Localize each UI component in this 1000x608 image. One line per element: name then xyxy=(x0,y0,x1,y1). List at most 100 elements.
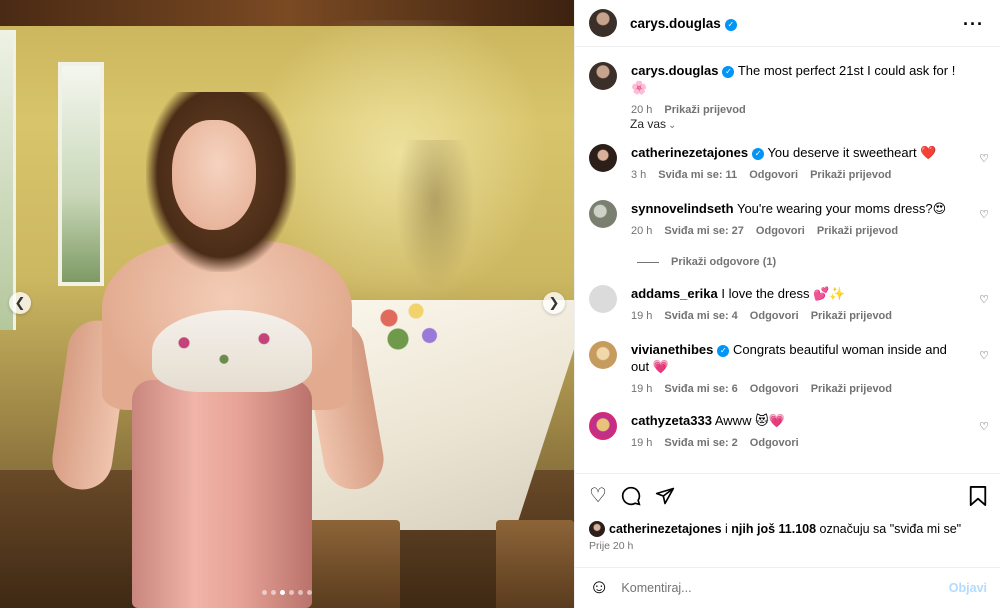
carousel-dot xyxy=(262,590,267,595)
comment-likes[interactable]: Sviđa mi se: 27 xyxy=(664,223,744,240)
comment-body: catherinezetajones ✓ You deserve it sweet… xyxy=(631,144,951,184)
username-text[interactable]: carys.douglas xyxy=(630,16,721,31)
photo-dress xyxy=(132,380,312,608)
avatar[interactable] xyxy=(589,341,617,369)
avatar xyxy=(589,521,605,537)
post-actions: ♡ catherinezetajones i njih još 11.108 o… xyxy=(575,473,1000,606)
verified-badge-icon: ✓ xyxy=(722,66,735,78)
comment-text: You deserve it sweetheart ❤️ xyxy=(767,145,937,160)
comment-likes[interactable]: Sviđa mi se: 4 xyxy=(664,308,737,325)
sort-label: Za vas xyxy=(630,117,667,131)
post-header: carys.douglas ✓ ··· xyxy=(575,0,1000,47)
translate-link[interactable]: Prikaži prijevod xyxy=(810,167,891,184)
photo-window-left xyxy=(0,30,16,330)
comment-username[interactable]: synnovelindseth xyxy=(631,201,734,216)
comment-item: addams_erika I love the dress 💕✨ 19 h Sv… xyxy=(589,285,989,325)
post-caption: carys.douglas ✓ The most perfect 21st I c… xyxy=(589,62,971,119)
translate-link[interactable]: Prikaži prijevod xyxy=(664,102,745,119)
comment-username[interactable]: addams_erika xyxy=(631,286,718,301)
comment-time: 3 h xyxy=(631,169,647,181)
photo-dress-bodice xyxy=(152,310,312,392)
liker-username[interactable]: catherinezetajones xyxy=(609,522,722,536)
avatar[interactable] xyxy=(589,200,617,228)
comment-item: catherinezetajones ✓ You deserve it sweet… xyxy=(589,144,989,184)
comment-username[interactable]: cathyzeta333 xyxy=(631,413,712,428)
comment-meta: 20 h Sviđa mi se: 27 Odgovori Prikaži pr… xyxy=(631,223,951,240)
post-timestamp: Prije 20 h xyxy=(589,540,634,552)
like-comment-heart-icon[interactable]: ♡ xyxy=(979,208,989,221)
reply-link[interactable]: Odgovori xyxy=(750,435,799,452)
reply-link[interactable]: Odgovori xyxy=(749,167,798,184)
carousel-dot xyxy=(307,590,312,595)
view-replies-button[interactable]: Prikaži odgovore (1) xyxy=(637,256,776,268)
translate-link[interactable]: Prikaži prijevod xyxy=(811,381,892,398)
caption-meta: 20 h Prikaži prijevod xyxy=(631,102,971,119)
comment-body: vivianethibes ✓ Congrats beautiful woman … xyxy=(631,341,951,398)
photo-shadow xyxy=(395,140,475,290)
comment-text: You're wearing your moms dress?😍 xyxy=(736,201,947,216)
reply-link[interactable]: Odgovori xyxy=(750,381,799,398)
like-comment-heart-icon[interactable]: ♡ xyxy=(979,349,989,362)
likes-count[interactable]: njih još 11.108 xyxy=(731,522,816,536)
like-comment-heart-icon[interactable]: ♡ xyxy=(979,420,989,433)
comment-likes[interactable]: Sviđa mi se: 11 xyxy=(658,167,737,184)
comment-item: vivianethibes ✓ Congrats beautiful woman … xyxy=(589,341,989,398)
like-heart-icon[interactable]: ♡ xyxy=(589,486,607,510)
comment-time: 19 h xyxy=(631,310,653,322)
comment-meta: 19 h Sviđa mi se: 4 Odgovori Prikaži pri… xyxy=(631,308,951,325)
comment-body: cathyzeta333 Awww 😻💗 19 h Sviđa mi se: 2… xyxy=(631,412,951,452)
translate-link[interactable]: Prikaži prijevod xyxy=(811,308,892,325)
avatar[interactable] xyxy=(589,9,617,37)
more-options-icon[interactable]: ··· xyxy=(963,14,984,35)
comment-time: 20 h xyxy=(631,225,653,237)
carousel-dot xyxy=(289,590,294,595)
carousel-prev-button[interactable]: ❮ xyxy=(9,292,31,314)
comment-composer: ☺ Objavi xyxy=(575,567,1000,607)
like-comment-heart-icon[interactable]: ♡ xyxy=(979,293,989,306)
verified-badge-icon: ✓ xyxy=(717,345,730,357)
carousel-indicator xyxy=(262,590,312,595)
like-comment-heart-icon[interactable]: ♡ xyxy=(979,152,989,165)
comments-sort-dropdown[interactable]: Za vas ⌄ xyxy=(630,117,676,131)
photo-person xyxy=(48,90,400,608)
verified-badge-icon: ✓ xyxy=(752,148,765,160)
comment-meta: 3 h Sviđa mi se: 11 Odgovori Prikaži pri… xyxy=(631,167,951,184)
carousel-next-button[interactable]: ❯ xyxy=(543,292,565,314)
share-send-icon[interactable] xyxy=(655,486,675,510)
likes-connector: i xyxy=(721,522,732,536)
avatar[interactable] xyxy=(589,62,617,90)
post-author-username[interactable]: carys.douglas ✓ xyxy=(630,16,737,31)
chevron-right-icon: ❯ xyxy=(548,295,560,310)
post-photo[interactable]: ❮ ❯ xyxy=(0,0,574,608)
avatar[interactable] xyxy=(589,285,617,313)
comments-list[interactable]: carys.douglas ✓ The most perfect 21st I c… xyxy=(575,48,1000,472)
reply-link[interactable]: Odgovori xyxy=(750,308,799,325)
view-replies-label: Prikaži odgovore (1) xyxy=(671,256,777,268)
avatar[interactable] xyxy=(589,412,617,440)
comment-username[interactable]: vivianethibes xyxy=(631,342,713,357)
avatar[interactable] xyxy=(589,144,617,172)
comment-likes[interactable]: Sviđa mi se: 2 xyxy=(664,435,737,452)
comment-time: 19 h xyxy=(631,437,653,449)
comment-username[interactable]: catherinezetajones xyxy=(631,145,748,160)
caption-username[interactable]: carys.douglas xyxy=(631,63,718,78)
likes-suffix: označuju sa "sviđa mi se" xyxy=(816,522,962,536)
chevron-down-icon: ⌄ xyxy=(668,120,677,131)
comment-meta: 19 h Sviđa mi se: 6 Odgovori Prikaži pri… xyxy=(631,381,951,398)
likes-summary: catherinezetajones i njih još 11.108 ozn… xyxy=(589,521,961,537)
photo-face xyxy=(172,120,256,230)
comment-item: synnovelindseth You're wearing your moms… xyxy=(589,200,989,240)
translate-link[interactable]: Prikaži prijevod xyxy=(817,223,898,240)
carousel-dot xyxy=(271,590,276,595)
replies-divider xyxy=(637,261,659,263)
caption-body: carys.douglas ✓ The most perfect 21st I c… xyxy=(631,62,971,119)
comment-bubble-icon[interactable] xyxy=(621,486,641,510)
reply-link[interactable]: Odgovori xyxy=(756,223,805,240)
action-icons: ♡ xyxy=(589,486,675,510)
post-comment-button[interactable]: Objavi xyxy=(949,581,987,595)
emoji-picker-icon[interactable]: ☺ xyxy=(589,576,609,599)
comment-input[interactable] xyxy=(621,580,922,595)
comment-likes[interactable]: Sviđa mi se: 6 xyxy=(664,381,737,398)
save-bookmark-icon[interactable] xyxy=(969,486,987,512)
instagram-post-modal: ❮ ❯ carys.douglas ✓ ··· carys.douglas ✓ Th… xyxy=(0,0,1000,608)
